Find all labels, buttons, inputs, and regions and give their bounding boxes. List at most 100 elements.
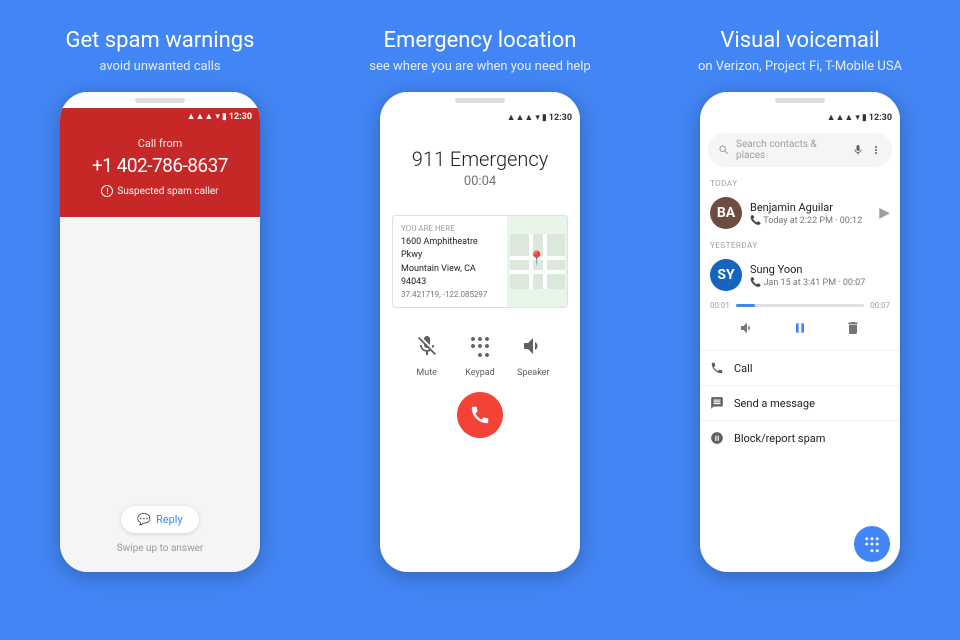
message-action-icon <box>710 396 724 410</box>
voicemail-panel-subtitle: on Verizon, Project Fi, T-Mobile USA <box>698 59 902 74</box>
block-action-icon <box>710 431 724 445</box>
signal-icon: ▲▲▲ <box>187 111 214 122</box>
vm-playback-controls <box>710 316 890 340</box>
vm-divider-1 <box>700 350 900 351</box>
spam-header: Call from +1 402-786-8637 ! Suspected sp… <box>60 125 260 217</box>
more-icon[interactable] <box>870 144 882 156</box>
battery-icon: ▮ <box>222 112 227 122</box>
emergency-panel-subtitle: see where you are when you need help <box>369 59 590 74</box>
vm-progress-fill <box>736 304 755 307</box>
vm-divider-3 <box>700 420 900 421</box>
vm-item-info-2: Sung Yoon 📞 Jan 15 at 3:41 PM · 00:07 <box>750 263 890 288</box>
keypad-icon <box>462 328 498 364</box>
reply-label: Reply <box>156 513 183 526</box>
emergency-caller-name: 911 Emergency <box>390 147 570 171</box>
emergency-panel-title: Emergency location <box>384 28 577 53</box>
map-thumbnail: 📍 <box>507 216 567 307</box>
signal-icon-e: ▲▲▲ <box>507 112 534 123</box>
phone-notch-bar-3 <box>775 98 825 103</box>
end-call-area <box>380 384 580 452</box>
location-info: YOU ARE HERE 1600 Amphitheatre Pkwy Moun… <box>393 216 507 307</box>
emergency-status-icons: ▲▲▲ ▾ ▮ 12:30 <box>507 112 572 123</box>
mute-action[interactable]: Mute <box>409 328 445 378</box>
vm-status-icons: ▲▲▲ ▾ ▮ 12:30 <box>827 112 892 123</box>
phone-frame-2: ▲▲▲ ▾ ▮ 12:30 911 Emergency 00:04 YOU AR… <box>380 92 580 572</box>
vm-progress-bar[interactable] <box>736 304 864 307</box>
emergency-header: 911 Emergency 00:04 <box>380 127 580 209</box>
delete-icon[interactable] <box>845 320 861 336</box>
voicemail-screen: ▲▲▲ ▾ ▮ 12:30 Search contacts & places <box>700 108 900 572</box>
call-action-icon <box>710 361 724 375</box>
voicemail-icon-2: 📞 <box>750 278 763 288</box>
vm-avatar-img-1: BA <box>710 197 742 229</box>
phone-notch-2 <box>380 92 580 108</box>
battery-icon-e: ▮ <box>542 113 547 123</box>
warning-circle-icon: ! <box>101 185 113 197</box>
swipe-instruction: Swipe up to answer <box>117 543 204 554</box>
pause-icon[interactable] <box>792 320 808 336</box>
map-road-horizontal-2 <box>510 270 565 274</box>
reply-icon: 💬 <box>137 513 151 526</box>
phone-notch-bar <box>135 98 185 103</box>
map-pin-icon: 📍 <box>528 250 545 266</box>
mute-label: Mute <box>416 368 437 378</box>
vm-status-bar: ▲▲▲ ▾ ▮ 12:30 <box>700 108 900 127</box>
search-icon <box>718 144 730 156</box>
voicemail-panel-title: Visual voicemail <box>720 28 879 53</box>
spam-body: 💬 Reply Swipe up to answer <box>60 217 260 572</box>
vm-message-label: Send a message <box>734 397 815 410</box>
vm-time-end: 00:07 <box>868 301 890 310</box>
vm-avatar-img-2: SY <box>710 259 742 291</box>
vm-search-bar[interactable]: Search contacts & places <box>708 133 892 167</box>
vm-contact-name-2: Sung Yoon <box>750 263 890 276</box>
signal-icon-v: ▲▲▲ <box>827 112 854 123</box>
location-box: YOU ARE HERE 1600 Amphitheatre Pkwy Moun… <box>392 215 568 308</box>
volume-icon[interactable] <box>739 320 755 336</box>
voicemail-icon-1: 📞 <box>750 216 763 226</box>
vm-avatar-2: SY <box>710 259 742 291</box>
speaker-label: Speaker <box>517 368 549 378</box>
wifi-icon-e: ▾ <box>535 113 540 123</box>
speaker-icon <box>515 328 551 364</box>
spam-warning-text: ! Suspected spam caller <box>70 185 250 197</box>
location-coordinates: 37.421719, -122.085297 <box>401 290 499 299</box>
wifi-icon: ▾ <box>215 112 220 122</box>
map-grid: 📍 <box>510 234 565 289</box>
you-are-here-label: YOU ARE HERE <box>401 224 499 233</box>
reply-button[interactable]: 💬 Reply <box>121 506 198 533</box>
vm-block-label: Block/report spam <box>734 432 825 445</box>
keypad-fab-icon <box>863 535 881 553</box>
phone-frame-3: ▲▲▲ ▾ ▮ 12:30 Search contacts & places <box>700 92 900 572</box>
today-label: TODAY <box>700 173 900 191</box>
vm-item-1[interactable]: BA Benjamin Aguilar 📞 Today at 2:22 PM ·… <box>700 191 900 235</box>
spam-status-time: 12:30 <box>229 112 252 122</box>
vm-avatar-1: BA <box>710 197 742 229</box>
phone-notch-1 <box>60 92 260 108</box>
keypad-label: Keypad <box>465 368 495 378</box>
call-actions-row: Mute Keypad Speake <box>380 314 580 384</box>
end-call-button[interactable] <box>457 392 503 438</box>
call-from-label: Call from <box>70 137 250 150</box>
vm-item-2[interactable]: SY Sung Yoon 📞 Jan 15 at 3:41 PM · 00:07 <box>700 253 900 297</box>
mic-icon <box>852 144 864 156</box>
vm-message-action[interactable]: Send a message <box>700 388 900 418</box>
emergency-panel: Emergency location see where you are whe… <box>320 0 640 640</box>
phone-notch-bar-2 <box>455 98 505 103</box>
vm-expanded-controls: 00:01 00:07 <box>700 297 900 348</box>
location-address-line1: 1600 Amphitheatre Pkwy <box>401 236 499 261</box>
speaker-action[interactable]: Speaker <box>515 328 551 378</box>
vm-block-action[interactable]: Block/report spam <box>700 423 900 453</box>
mute-icon <box>409 328 445 364</box>
location-address-line2: Mountain View, CA 94043 <box>401 263 499 288</box>
play-icon-1[interactable]: ▶ <box>879 205 890 221</box>
spam-screen: ▲▲▲ ▾ ▮ 12:30 Call from +1 402-786-8637 … <box>60 108 260 572</box>
yesterday-label: YESTERDAY <box>700 235 900 253</box>
vm-time-start: 00:01 <box>710 301 732 310</box>
keypad-fab-button[interactable] <box>854 526 890 562</box>
vm-contact-meta-2: 📞 Jan 15 at 3:41 PM · 00:07 <box>750 278 890 288</box>
phone-notch-3 <box>700 92 900 108</box>
keypad-action[interactable]: Keypad <box>462 328 498 378</box>
vm-call-action[interactable]: Call <box>700 353 900 383</box>
spam-status-icons: ▲▲▲ ▾ ▮ 12:30 <box>187 111 252 122</box>
spam-panel-title: Get spam warnings <box>65 28 254 53</box>
